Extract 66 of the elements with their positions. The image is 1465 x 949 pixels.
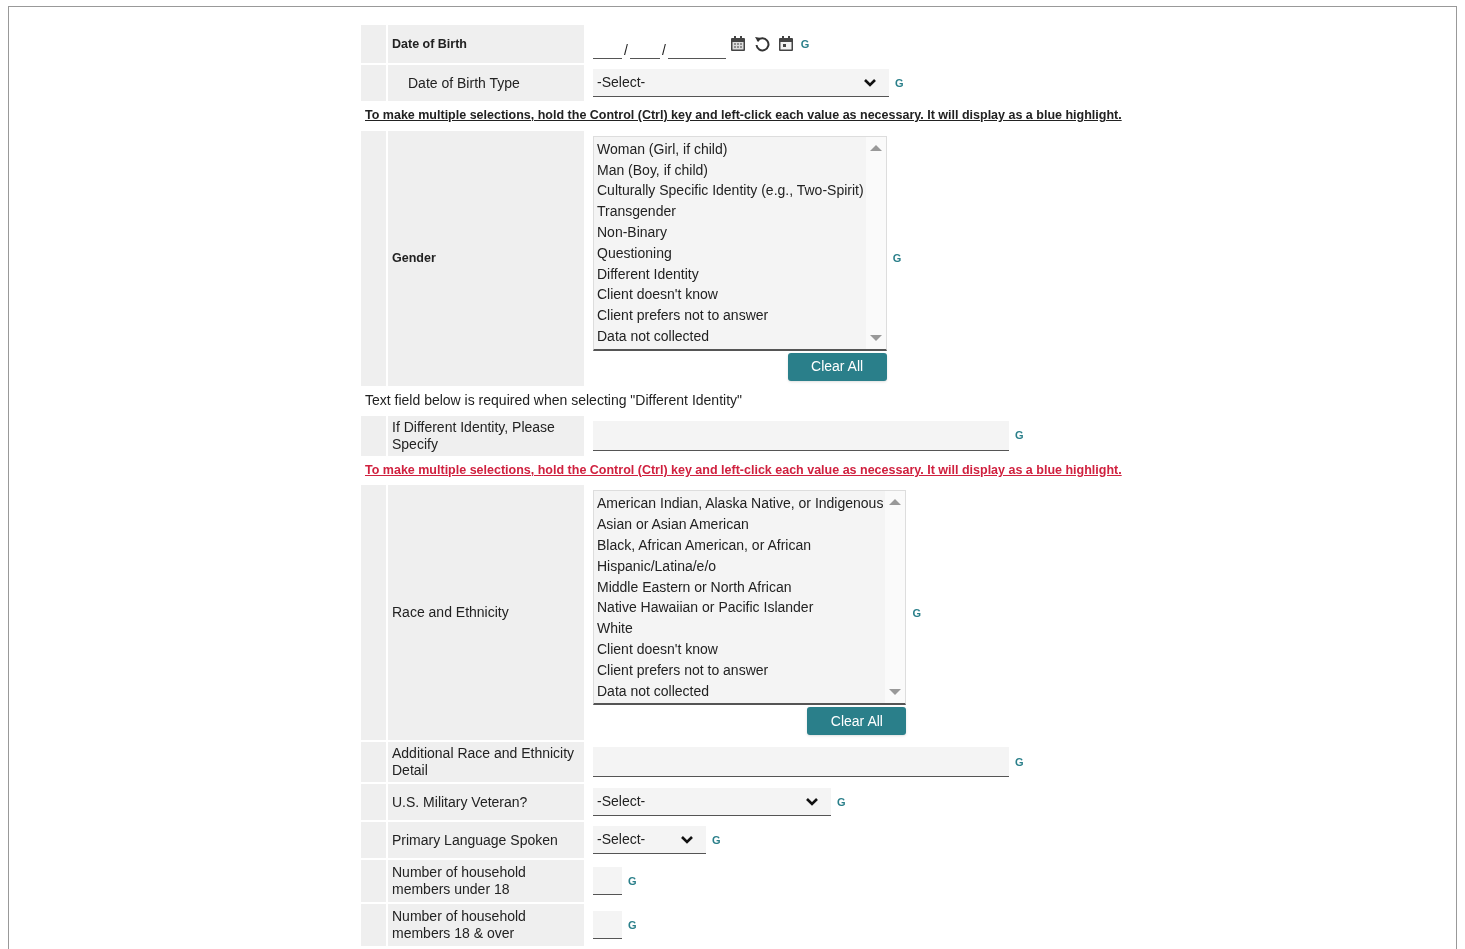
date-separator: /: [623, 41, 629, 60]
help-link[interactable]: G: [628, 917, 637, 934]
list-option[interactable]: Client doesn't know: [597, 639, 884, 660]
select-dropdown[interactable]: -Select-: [593, 826, 706, 855]
help-link[interactable]: G: [628, 873, 637, 890]
calendar-icon[interactable]: [776, 35, 795, 53]
field-label: Date of Birth: [388, 25, 584, 63]
field-label: Date of Birth Type: [388, 65, 584, 101]
help-link[interactable]: G: [1015, 754, 1024, 771]
chevron-down-icon: [680, 834, 694, 845]
multi-select-list[interactable]: [593, 490, 907, 706]
list-option[interactable]: Asian or Asian American: [597, 514, 884, 536]
scroll-down-arrow[interactable]: [869, 334, 882, 341]
list-option[interactable]: White: [597, 618, 884, 640]
scroll-up-arrow[interactable]: [869, 144, 882, 151]
date-separator: /: [660, 41, 667, 60]
help-link[interactable]: G: [912, 604, 921, 622]
field-label: U.S. Military Veteran?: [388, 784, 584, 821]
list-option[interactable]: Hispanic/Latina/e/o: [597, 555, 884, 577]
list-option[interactable]: Transgender: [597, 201, 864, 222]
number-input-field[interactable]: [593, 911, 622, 940]
list-option[interactable]: Data not collected: [597, 325, 864, 347]
help-link[interactable]: G: [1015, 427, 1024, 444]
list-option[interactable]: Culturally Specific Identity (e.g., Two-Spirit): [597, 180, 864, 202]
chevron-down-icon: [863, 77, 877, 88]
list-option[interactable]: Middle Eastern or North African: [597, 576, 884, 598]
help-link[interactable]: G: [895, 74, 904, 92]
chevron-down-icon: [805, 796, 819, 807]
instruction-text: To make multiple selections, hold the Control (Ctrl) key and left-click each value as necessary. It will display as a blue highlight.: [364, 107, 1122, 124]
scroll-up-arrow[interactable]: [889, 499, 902, 506]
field-label: Number of household members 18 & over: [388, 904, 584, 947]
multi-select-list[interactable]: [593, 135, 887, 351]
list-option[interactable]: Data not collected: [597, 680, 884, 702]
refresh-icon[interactable]: [752, 35, 771, 53]
list-option[interactable]: Man (Boy, if child): [597, 159, 864, 181]
list-option[interactable]: Questioning: [597, 242, 864, 264]
help-link[interactable]: G: [712, 832, 721, 849]
instruction-text: To make multiple selections, hold the Control (Ctrl) key and left-click each value as necessary. It will display as a blue highlight.: [364, 461, 1122, 479]
list-option[interactable]: Client doesn't know: [597, 284, 864, 306]
text-input-field[interactable]: [593, 747, 1009, 778]
field-label: Additional Race and Ethnicity Detail: [388, 742, 584, 783]
hint-text: Text field below is required when selecting "Different Identity": [364, 390, 742, 410]
list-option[interactable]: Native Hawaiian or Pacific Islander: [597, 597, 884, 619]
calendar-icon[interactable]: [728, 35, 747, 53]
field-label: Race and Ethnicity: [388, 485, 584, 741]
list-option[interactable]: Black, African American, or African: [597, 535, 884, 556]
list-option[interactable]: Client prefers not to answer: [597, 305, 864, 326]
text-input-field[interactable]: [593, 420, 1009, 451]
field-label: Gender: [388, 130, 584, 386]
list-option[interactable]: Client prefers not to answer: [597, 659, 884, 681]
help-link[interactable]: G: [837, 794, 846, 811]
field-label: If Different Identity, Please Specify: [388, 415, 584, 456]
select-dropdown[interactable]: -Select-: [593, 69, 889, 97]
clear-all-button[interactable]: Clear All: [807, 707, 907, 736]
clear-all-button[interactable]: Clear All: [787, 352, 887, 381]
number-input-field[interactable]: [593, 867, 622, 896]
list-option[interactable]: American Indian, Alaska Native, or Indigenous: [597, 493, 884, 515]
list-option[interactable]: Non-Binary: [597, 221, 864, 243]
field-label: Primary Language Spoken: [388, 822, 584, 859]
select-dropdown[interactable]: -Select-: [593, 788, 831, 817]
list-option[interactable]: Woman (Girl, if child): [597, 138, 864, 160]
list-option[interactable]: Different Identity: [597, 263, 864, 285]
help-link[interactable]: G: [892, 250, 902, 267]
help-link[interactable]: G: [800, 35, 810, 53]
field-label: Number of household members under 18: [388, 860, 584, 903]
scroll-down-arrow[interactable]: [889, 689, 902, 696]
